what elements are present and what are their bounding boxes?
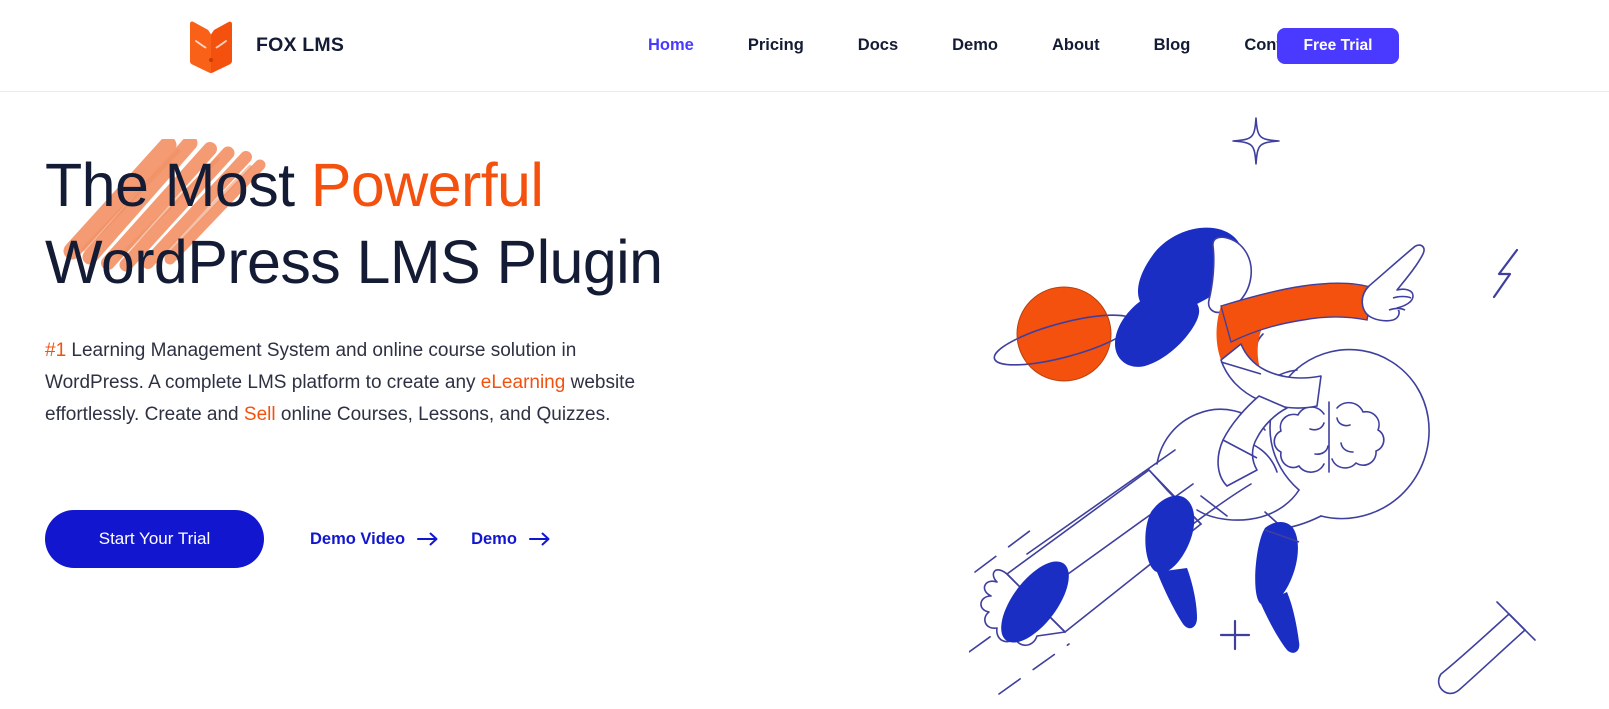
person-figure <box>1156 333 1298 561</box>
paragraph-text-3: online Courses, Lessons, and Quizzes. <box>275 404 611 425</box>
person-riding-rocket-lightbulb-illustration <box>969 117 1536 695</box>
rocket-icon <box>980 449 1202 647</box>
arrow-right-icon <box>417 532 438 546</box>
nav-item-blog[interactable]: Blog <box>1154 30 1191 61</box>
person-torso <box>1220 343 1322 409</box>
sparkle-icon <box>1232 117 1280 165</box>
hero-illustration <box>969 92 1609 709</box>
demo-link[interactable]: Demo <box>471 530 551 549</box>
hero-copy: The Most Powerful WordPress LMS Plugin #… <box>45 139 745 431</box>
speed-lines-icon <box>969 529 1070 695</box>
arrow-right-icon <box>528 532 550 546</box>
paintbrush-icon <box>1437 601 1536 695</box>
plus-icon <box>1219 619 1251 651</box>
nav-item-pricing[interactable]: Pricing <box>748 30 804 61</box>
site-header: FOX LMS Home Pricing Docs Demo About Blo… <box>0 0 1609 92</box>
lightbulb-icon <box>1196 348 1430 530</box>
person-boots <box>1145 495 1300 653</box>
nav-item-home[interactable]: Home <box>648 30 694 61</box>
person-legs <box>1217 395 1288 487</box>
hero-section: The Most Powerful WordPress LMS Plugin #… <box>0 92 1609 709</box>
fox-book-logo-icon <box>190 21 232 73</box>
hero-cta-row: Start Your Trial Demo Video Demo <box>45 510 551 568</box>
page-title-line-2: WordPress LMS Plugin <box>45 228 663 296</box>
paragraph-accent-elearning: eLearning <box>480 372 566 393</box>
brand-logo[interactable]: FOX LMS <box>188 0 344 91</box>
person-cuffs <box>1220 361 1300 543</box>
nav-item-about[interactable]: About <box>1052 30 1100 61</box>
hero-paragraph: #1 Learning Management System and online… <box>45 335 655 431</box>
brain-icon <box>1273 401 1385 473</box>
free-trial-button[interactable]: Free Trial <box>1277 28 1399 64</box>
demo-video-link-label: Demo Video <box>310 529 406 548</box>
demo-link-label: Demo <box>471 529 517 548</box>
person-hand <box>1361 244 1425 322</box>
person-arm-sleeve <box>1216 282 1374 372</box>
headline-plain-1: The Most <box>45 151 311 219</box>
planet-icon <box>993 286 1135 382</box>
lightning-bolt-icon <box>1492 248 1519 299</box>
brand-name: FOX LMS <box>256 34 345 56</box>
start-your-trial-button[interactable]: Start Your Trial <box>45 510 264 568</box>
paragraph-accent-sell: Sell <box>243 404 276 425</box>
page-title-line-1: The Most Powerful <box>45 147 745 224</box>
nav-item-demo[interactable]: Demo <box>952 30 998 61</box>
headline-wrap: The Most Powerful WordPress LMS Plugin <box>45 139 745 301</box>
person-hair <box>1115 227 1243 367</box>
nav-item-docs[interactable]: Docs <box>858 30 898 61</box>
person-head <box>1207 236 1252 314</box>
main-navigation: Home Pricing Docs Demo About Blog Contac… <box>648 0 1385 91</box>
rocket-nozzle <box>1001 561 1069 643</box>
landing-page: FOX LMS Home Pricing Docs Demo About Blo… <box>0 0 1609 709</box>
paragraph-accent-number-one: #1 <box>45 340 67 361</box>
demo-video-link[interactable]: Demo Video <box>310 530 439 549</box>
headline-accent-powerful: Powerful <box>310 151 544 219</box>
